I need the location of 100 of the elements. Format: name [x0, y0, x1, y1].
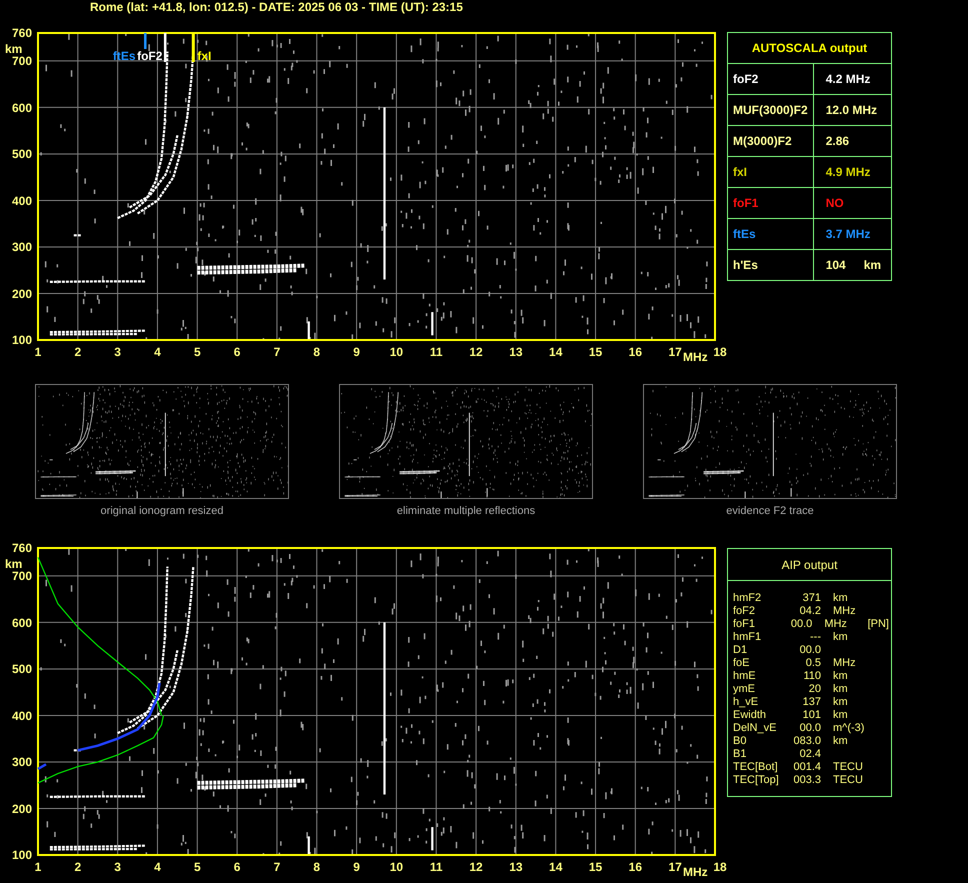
x-axis-label: 8: [313, 860, 320, 874]
parameter-unit: MHz: [832, 605, 857, 618]
x-axis-label: 10: [390, 860, 404, 874]
thumbnail-caption: eliminate multiple reflections: [396, 505, 536, 517]
parameter-value: 110: [802, 670, 821, 683]
y-axis-label: 300: [12, 756, 32, 768]
y-axis-label: 760: [12, 27, 32, 39]
y-axis-label: 200: [12, 802, 32, 814]
x-axis-label: 17: [668, 860, 682, 874]
x-axis-label: 16: [628, 860, 642, 874]
parameter-unit: km: [832, 631, 849, 644]
x-axis-label: 12: [469, 860, 483, 874]
x-axis-label: 6: [234, 345, 240, 359]
x-axis-label: 9: [353, 860, 360, 874]
parameter-unit: km: [832, 683, 849, 696]
parameter-value: 137: [802, 696, 821, 709]
y-axis-label: 100: [12, 849, 32, 861]
parameter-value: 04.2: [798, 605, 821, 618]
parameter-name: ymE: [733, 683, 756, 696]
parameter-unit: TECU: [832, 761, 864, 774]
x-axis-label: 2: [74, 860, 82, 874]
y-axis-label: 500: [12, 663, 32, 675]
x-axis-label: 16: [628, 345, 642, 359]
parameter-value: 101: [802, 709, 821, 722]
header-title: Rome (lat: +41.8, lon: 012.5) - DATE: 2025 06 03 - TIME (UT): 23:15: [90, 0, 464, 14]
x-axis-label: 1: [34, 860, 42, 874]
y-axis-unit: km: [5, 557, 22, 571]
parameter-value: ---: [809, 631, 821, 644]
parameter-unit: km: [832, 696, 849, 709]
x-axis-label: 10: [390, 345, 404, 359]
table-title: AUTOSCALA output: [728, 32, 892, 64]
y-axis-unit: km: [5, 42, 22, 56]
thumbnail-caption: evidence F2 trace: [726, 505, 814, 517]
x-axis-label: 5: [194, 860, 201, 874]
x-axis-label: 14: [549, 860, 562, 874]
parameter-value: 0.5: [804, 657, 821, 670]
parameter-value: 4.9 MHz: [813, 156, 892, 188]
parameter-name: hmF1: [733, 631, 762, 644]
x-axis-label: 17: [668, 345, 682, 359]
parameter-name: foF2: [733, 605, 756, 618]
parameter-value: 00.0: [798, 722, 821, 735]
parameter-name: Ewidth: [733, 709, 768, 722]
x-axis-label: 8: [313, 345, 320, 359]
parameter-unit: km: [832, 592, 849, 605]
parameter-unit: km: [832, 670, 849, 683]
x-axis-label: 11: [430, 345, 443, 359]
parameter-value: 00.0: [798, 644, 821, 657]
parameter-name: MUF(3000)F2: [728, 94, 814, 126]
x-axis-label: 1: [34, 345, 42, 359]
thumbnail-caption: original ionogram resized: [100, 505, 224, 517]
parameter-value: 4.2 MHz: [813, 64, 892, 94]
parameter-name: h'Es: [728, 250, 814, 280]
parameter-unit: km: [832, 709, 849, 722]
x-axis-label: 7: [274, 860, 280, 874]
x-axis-label: 12: [469, 345, 483, 359]
x-axis-label: 4: [154, 860, 161, 874]
parameter-name: foF1: [728, 188, 814, 218]
parameter-value: NO: [813, 188, 892, 218]
x-axis-label: 13: [509, 345, 523, 359]
parameter-name: h_vE: [733, 696, 760, 709]
parameter-value: 00.0: [790, 618, 812, 631]
parameter-value: 20: [808, 683, 821, 696]
y-axis-label: 500: [12, 148, 32, 160]
x-axis-label: 5: [194, 345, 201, 359]
y-axis-label: 600: [12, 616, 32, 628]
y-axis-label: 700: [12, 570, 32, 582]
x-axis-label: 9: [353, 345, 360, 359]
x-axis-label: 6: [234, 860, 240, 874]
panel-title: AIP output: [728, 549, 891, 581]
y-axis-label: 400: [12, 194, 32, 206]
y-axis-label: 400: [12, 710, 32, 722]
y-axis-label: 600: [12, 102, 32, 114]
parameter-name: foE: [733, 657, 751, 670]
x-axis-label: 3: [114, 345, 121, 359]
y-axis-label: 300: [12, 241, 32, 253]
parameter-unit: TECU: [832, 774, 864, 787]
parameter-name: foF2: [728, 64, 814, 94]
x-axis-label: 14: [549, 345, 562, 359]
parameter-name: M(3000)F2: [728, 126, 814, 156]
parameter-name: B0: [733, 735, 748, 748]
x-axis-label: 18: [713, 345, 727, 359]
parameter-unit: MHz: [823, 618, 848, 631]
parameter-value: 104 km: [813, 250, 892, 280]
parameter-name: fxI: [728, 156, 814, 188]
parameter-value: 3.7 MHz: [813, 218, 892, 250]
parameter-name: hmE: [733, 670, 757, 683]
x-axis-label: 15: [588, 860, 602, 874]
parameter-name: ftEs: [728, 218, 814, 250]
parameter-value: 371: [802, 592, 821, 605]
x-axis-label: 18: [713, 860, 727, 874]
y-axis-label: 760: [12, 542, 32, 554]
x-axis-unit: MHz: [683, 350, 708, 364]
parameter-unit: MHz: [832, 657, 857, 670]
x-axis-label: 3: [114, 860, 121, 874]
parameter-unit: km: [832, 735, 849, 748]
parameter-name: B1: [733, 748, 748, 761]
parameter-name: foF1: [733, 618, 756, 631]
x-axis-label: 4: [154, 345, 161, 359]
x-axis-label: 11: [430, 860, 443, 874]
parameter-note: [PN]: [868, 618, 890, 631]
